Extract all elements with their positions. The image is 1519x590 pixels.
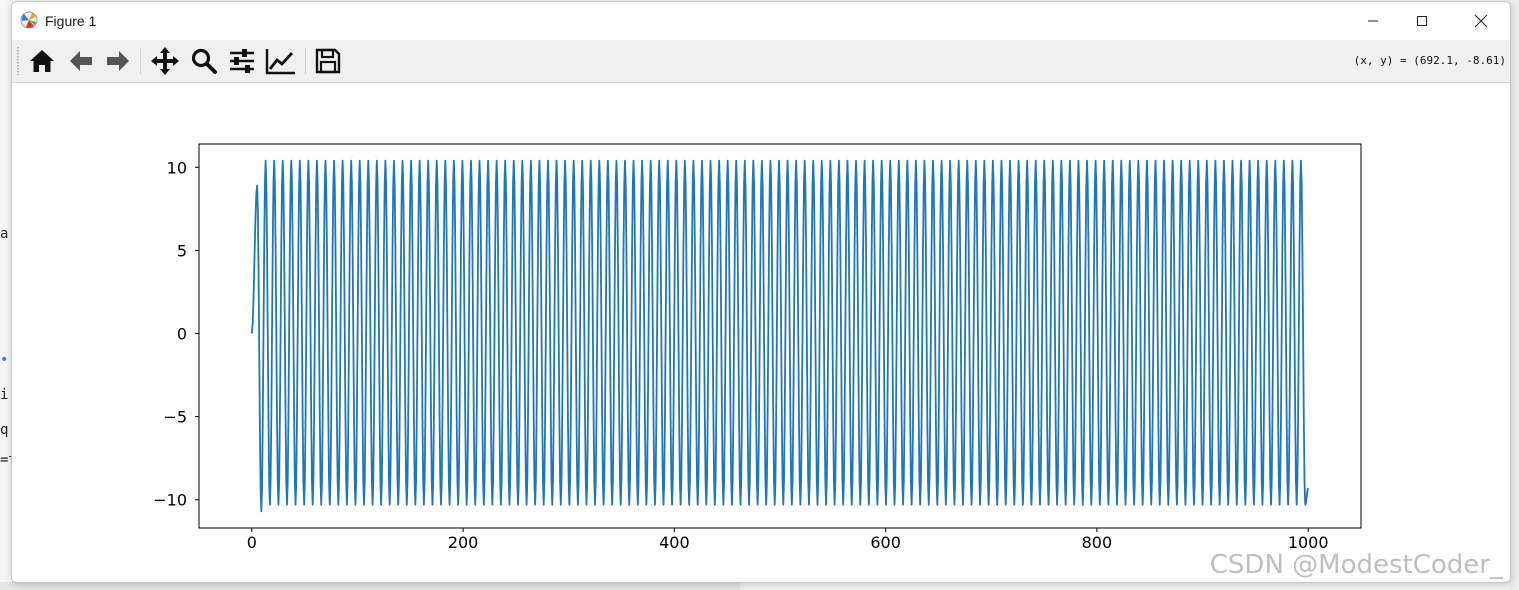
line-chart[interactable]: 0 200 400 600 800 1000−10−50510 — [12, 83, 1510, 582]
x-tick-label: 400 — [659, 533, 690, 552]
y-tick-label: 5 — [177, 241, 187, 260]
matplotlib-icon — [20, 11, 38, 29]
forward-button[interactable] — [102, 46, 134, 76]
x-tick-label: 200 — [448, 533, 479, 552]
magnifier-icon — [191, 48, 217, 74]
figure-window: Figure 1 (x, y) = (692.1, -8.61) 0 200 4… — [11, 1, 1511, 583]
back-button[interactable] — [65, 46, 97, 76]
subplots-button[interactable] — [226, 46, 258, 76]
save-button[interactable] — [312, 46, 344, 76]
home-icon — [30, 50, 54, 72]
figure-canvas[interactable]: 0 200 400 600 800 1000 −10 −5 0 5 10 — [12, 83, 1510, 582]
background-text: q — [0, 422, 9, 438]
arrow-right-icon — [107, 51, 129, 71]
floppy-disk-icon — [315, 48, 341, 74]
navigation-toolbar: (x, y) = (692.1, -8.61) — [12, 40, 1510, 83]
close-icon — [1474, 14, 1488, 28]
close-button[interactable] — [1452, 2, 1510, 40]
home-button[interactable] — [26, 46, 58, 76]
edit-axis-button[interactable] — [265, 46, 297, 76]
minimize-icon — [1368, 20, 1378, 22]
sliders-icon — [230, 49, 254, 73]
background-text: i — [0, 387, 9, 403]
pan-button[interactable] — [149, 46, 181, 76]
line-chart-icon — [265, 49, 295, 75]
y-tick-label: −10 — [153, 491, 187, 510]
background-taskbar-edge — [0, 582, 740, 590]
y-tick-label: 0 — [177, 325, 187, 344]
toolbar-separator — [140, 48, 141, 74]
move-icon — [151, 47, 179, 75]
x-tick-label: 0 — [247, 533, 257, 552]
background-text: • — [0, 352, 9, 368]
maximize-icon — [1417, 16, 1427, 26]
window-title: Figure 1 — [45, 13, 97, 29]
x-tick-label: 600 — [870, 533, 901, 552]
toolbar-separator — [305, 48, 306, 74]
x-tick-label: 800 — [1082, 533, 1113, 552]
toolbar-grip[interactable] — [17, 47, 19, 75]
y-tick-label: 10 — [167, 158, 187, 177]
cursor-coordinates: (x, y) = (692.1, -8.61) — [1353, 54, 1506, 67]
y-tick-label: −5 — [163, 408, 187, 427]
title-bar[interactable]: Figure 1 — [12, 2, 1510, 40]
watermark: CSDN @ModestCoder_ — [1209, 550, 1503, 580]
arrow-left-icon — [70, 51, 92, 71]
zoom-button[interactable] — [188, 46, 220, 76]
maximize-button[interactable] — [1393, 2, 1451, 40]
